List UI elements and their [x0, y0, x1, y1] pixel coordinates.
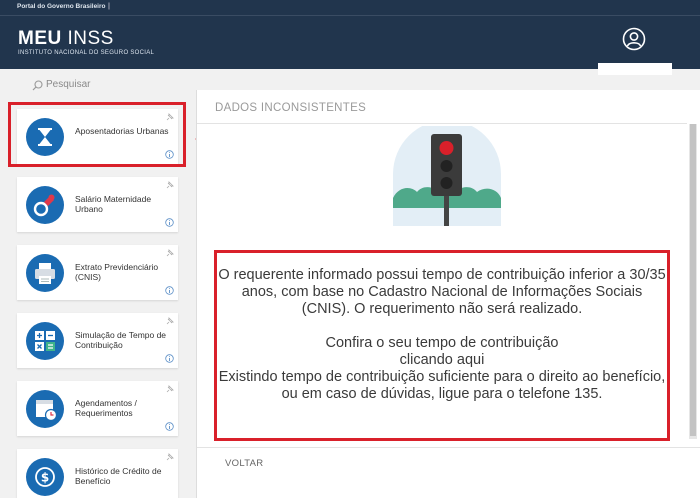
brand-rest: INSS: [61, 28, 114, 49]
sidebar-item-historico-credito[interactable]: $ Histórico de Crédito de Benefício: [17, 449, 178, 498]
app-header: MEU INSS INSTITUTO NACIONAL DO SEGURO SO…: [0, 16, 700, 75]
sidebar-item-label: Agendamentos / Requerimentos: [75, 398, 137, 418]
message-paragraph-2: Confira o seu tempo de contribuição: [325, 335, 559, 351]
gov-bar: Portal do Governo Brasileiro |: [0, 0, 700, 16]
highlight-box-selected-item: [8, 102, 186, 167]
info-icon[interactable]: [165, 218, 174, 227]
error-message: O requerente informado possui tempo de c…: [217, 267, 667, 403]
calendar-clock-icon: [26, 390, 64, 428]
message-paragraph-1: O requerente informado possui tempo de c…: [218, 267, 666, 317]
pin-icon[interactable]: [165, 453, 174, 462]
main-panel: DADOS INCONSISTENTES O requerente inform…: [196, 90, 700, 498]
check-contribution-link[interactable]: clicando aqui: [217, 352, 667, 369]
gov-portal-link[interactable]: Portal do Governo Brasileiro: [17, 3, 106, 10]
panel-title: DADOS INCONSISTENTES: [215, 102, 367, 114]
search-placeholder: Pesquisar: [46, 79, 91, 90]
user-name-redacted[interactable]: [598, 63, 672, 75]
message-paragraph-3: Existindo tempo de contribuição suficien…: [218, 369, 666, 402]
sidebar-item-label: Simulação de Tempo de Contribuição: [75, 330, 167, 350]
footer-divider: [197, 447, 700, 448]
pacifier-icon: [26, 186, 64, 224]
brand-logo[interactable]: MEU INSS: [18, 28, 114, 50]
calculator-icon: [26, 322, 64, 360]
sidebar-item-label: Histórico de Crédito de Benefício: [75, 466, 162, 486]
info-icon[interactable]: [165, 422, 174, 431]
back-button[interactable]: VOLTAR: [225, 458, 263, 469]
sidebar-item-extrato-cnis[interactable]: Extrato Previdenciário (CNIS): [17, 245, 178, 300]
dollar-icon: $: [26, 458, 64, 496]
sidebar-item-simulacao-tempo[interactable]: Simulação de Tempo de Contribuição: [17, 313, 178, 368]
printer-icon: [26, 254, 64, 292]
pin-icon[interactable]: [165, 385, 174, 394]
sidebar-item-label: Salário Maternidade Urbano: [75, 194, 152, 214]
info-icon[interactable]: [165, 286, 174, 295]
panel-scrollbar[interactable]: [689, 124, 697, 439]
brand-subtitle: INSTITUTO NACIONAL DO SEGURO SOCIAL: [18, 50, 155, 56]
brand-bold: MEU: [18, 28, 62, 49]
pin-icon[interactable]: [165, 181, 174, 190]
sidebar-item-agendamentos[interactable]: Agendamentos / Requerimentos: [17, 381, 178, 436]
search-icon: [32, 80, 43, 91]
error-message-box: O requerente informado possui tempo de c…: [214, 250, 670, 441]
gov-bar-separator: |: [108, 3, 110, 10]
scrollbar-thumb[interactable]: [690, 124, 696, 436]
pin-icon[interactable]: [165, 249, 174, 258]
sidebar-item-label: Extrato Previdenciário (CNIS): [75, 262, 159, 282]
pin-icon[interactable]: [165, 317, 174, 326]
user-circle-icon[interactable]: [622, 27, 646, 51]
traffic-light-icon: [393, 126, 501, 226]
info-icon[interactable]: [165, 354, 174, 363]
panel-divider: [197, 123, 687, 124]
sidebar-item-salario-maternidade[interactable]: Salário Maternidade Urbano: [17, 177, 178, 232]
svg-text:$: $: [41, 471, 49, 485]
